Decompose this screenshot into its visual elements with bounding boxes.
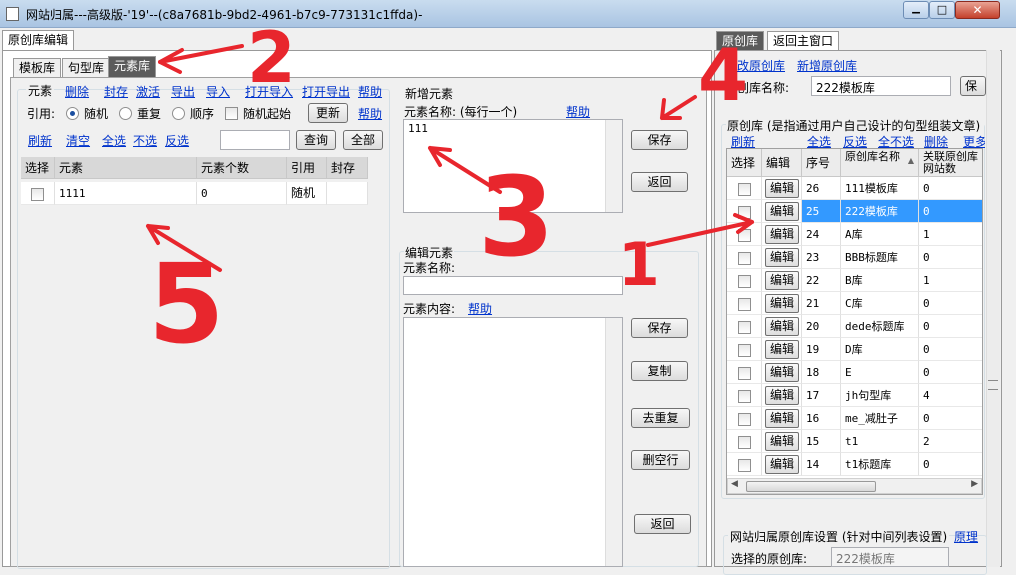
arrow-1 bbox=[646, 213, 754, 247]
annotation-1: 1 bbox=[618, 230, 660, 300]
arrow-2 bbox=[158, 44, 244, 74]
annotation-5: 5 bbox=[148, 240, 225, 368]
arrow-4 bbox=[660, 95, 697, 120]
annotation-2: 2 bbox=[247, 17, 296, 99]
annotation-3: 3 bbox=[478, 153, 555, 281]
annotation-4: 4 bbox=[698, 33, 748, 117]
annotation-overlay: 2 4 3 1 5 bbox=[146, 17, 754, 368]
